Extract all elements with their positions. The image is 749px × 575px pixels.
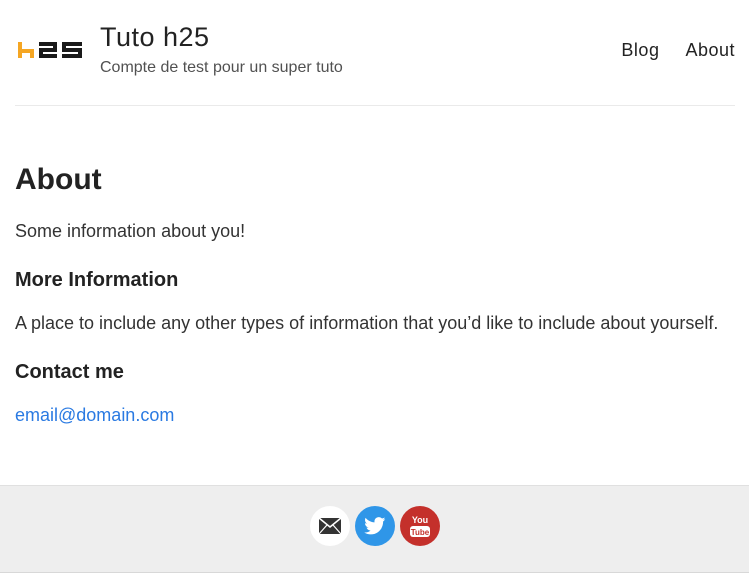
more-information-text: A place to include any other types of in… [15,313,719,333]
svg-text:You: You [412,515,428,525]
site-title-link[interactable]: Tuto h25 [100,22,210,53]
main-content: About Some information about you! More I… [15,162,735,426]
site-description: Compte de test pour un super tuto [100,59,343,76]
site-header: h25 Tuto h25 Compte de test pour un supe… [15,0,735,106]
mail-link[interactable] [310,506,350,546]
more-information-heading: More Information [15,269,179,291]
main-nav: Blog About [621,40,735,61]
email-link[interactable]: email@domain.com [15,405,174,425]
site-footer: You Tube [0,485,749,573]
contact-heading: Contact me [15,361,124,383]
intro-text: Some information about you! [15,221,246,241]
nav-item-about[interactable]: About [685,40,735,61]
page: h25 Tuto h25 Compte de test pour un supe… [0,0,749,575]
twitter-link[interactable] [355,506,395,546]
svg-text:Tube: Tube [411,528,430,537]
twitter-icon [364,517,386,535]
youtube-link[interactable]: You Tube [400,506,440,546]
nav-item-blog[interactable]: Blog [621,40,659,61]
mail-icon [318,517,342,535]
youtube-icon: You Tube [410,515,430,537]
social-links: You Tube [310,506,440,546]
site-logo[interactable]: h25 [18,40,82,60]
page-title: About [15,163,102,196]
